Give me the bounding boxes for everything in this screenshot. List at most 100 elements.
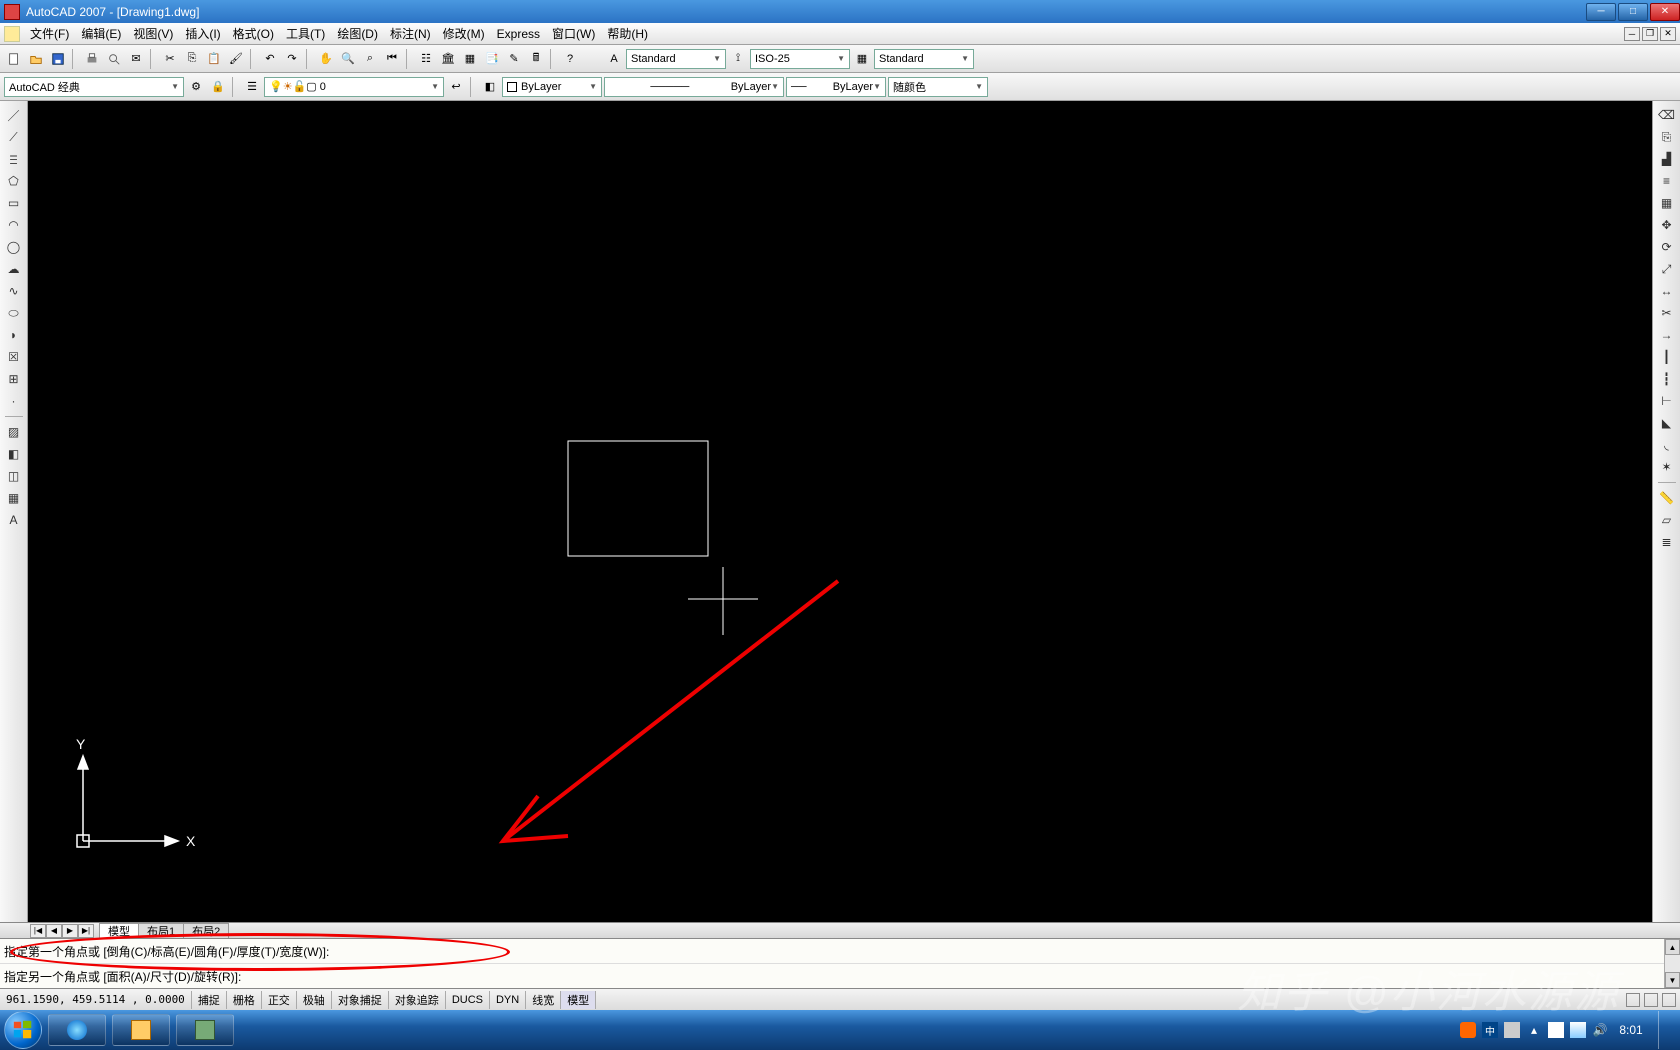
- minimize-button[interactable]: ─: [1586, 3, 1616, 21]
- menu-tools[interactable]: 工具(T): [280, 25, 331, 42]
- plotstyle-combo[interactable]: 随颜色▼: [888, 77, 988, 97]
- pan-icon[interactable]: ✋: [316, 49, 336, 69]
- cleanscreen-icon[interactable]: [1662, 993, 1676, 1007]
- explode-icon[interactable]: ✶: [1657, 457, 1677, 477]
- scale-icon[interactable]: ⤢: [1657, 259, 1677, 279]
- ellipse-icon[interactable]: ⬭: [4, 303, 24, 323]
- region-icon[interactable]: ◫: [4, 466, 24, 486]
- erase-icon[interactable]: ⌫: [1657, 105, 1677, 125]
- toggle-snap[interactable]: 捕捉: [192, 991, 227, 1009]
- cut-icon[interactable]: ✂: [160, 49, 180, 69]
- workspace-settings-icon[interactable]: ⚙: [186, 77, 206, 97]
- lineweight-combo[interactable]: ── ByLayer▼: [786, 77, 886, 97]
- hatch-icon[interactable]: ▨: [4, 422, 24, 442]
- revcloud-icon[interactable]: ☁: [4, 259, 24, 279]
- start-button[interactable]: [4, 1011, 42, 1049]
- commcenter-icon[interactable]: [1626, 993, 1640, 1007]
- array-icon[interactable]: ▦: [1657, 193, 1677, 213]
- app-menu-icon[interactable]: [4, 26, 20, 42]
- scroll-down-icon[interactable]: ▼: [1665, 972, 1680, 988]
- toggle-model[interactable]: 模型: [561, 991, 596, 1009]
- ellipse-arc-icon[interactable]: ◗: [4, 325, 24, 345]
- drawing-canvas[interactable]: Y X: [28, 101, 1652, 922]
- menu-draw[interactable]: 绘图(D): [331, 25, 384, 42]
- color-control-icon[interactable]: ◧: [480, 77, 500, 97]
- scroll-up-icon[interactable]: ▲: [1665, 939, 1680, 955]
- zoom-prev-icon[interactable]: ⏮: [382, 49, 402, 69]
- toggle-osnap[interactable]: 对象捕捉: [332, 991, 389, 1009]
- mdi-close[interactable]: ✕: [1660, 27, 1676, 41]
- command-window[interactable]: 指定第一个角点或 [倒角(C)/标高(E)/圆角(F)/厚度(T)/宽度(W)]…: [0, 938, 1680, 988]
- toggle-otrack[interactable]: 对象追踪: [389, 991, 446, 1009]
- lock-icon[interactable]: [1644, 993, 1658, 1007]
- list-icon[interactable]: ≣: [1657, 532, 1677, 552]
- layer-prop-icon[interactable]: ☰: [242, 77, 262, 97]
- move-icon[interactable]: ✥: [1657, 215, 1677, 235]
- tray-sogou-icon[interactable]: [1460, 1022, 1476, 1038]
- calc-icon[interactable]: 🖩: [526, 49, 546, 69]
- layer-prev-icon[interactable]: ↩: [446, 77, 466, 97]
- copy-obj-icon[interactable]: ⎘: [1657, 127, 1677, 147]
- tray-expand-icon[interactable]: ▴: [1526, 1022, 1542, 1038]
- tray-keyboard-icon[interactable]: [1504, 1022, 1520, 1038]
- preview-icon[interactable]: [104, 49, 124, 69]
- toggle-dyn[interactable]: DYN: [490, 991, 526, 1009]
- save-icon[interactable]: [48, 49, 68, 69]
- mdi-restore[interactable]: ❐: [1642, 27, 1658, 41]
- toggle-ducs[interactable]: DUCS: [446, 991, 490, 1009]
- menu-format[interactable]: 格式(O): [227, 25, 280, 42]
- rectangle-icon[interactable]: ▭: [4, 193, 24, 213]
- toggle-ortho[interactable]: 正交: [262, 991, 297, 1009]
- point-icon[interactable]: ·: [4, 391, 24, 411]
- gradient-icon[interactable]: ◧: [4, 444, 24, 464]
- command-input-line[interactable]: 指定另一个角点或 [面积(A)/尺寸(D)/旋转(R)]:: [0, 964, 1680, 989]
- markup-icon[interactable]: ✎: [504, 49, 524, 69]
- rotate-icon[interactable]: ⟳: [1657, 237, 1677, 257]
- extend-icon[interactable]: →: [1657, 325, 1677, 345]
- text-style-combo[interactable]: Standard▼: [626, 49, 726, 69]
- tablestyle-icon[interactable]: ▦: [852, 49, 872, 69]
- tray-clock[interactable]: 8:01: [1614, 1023, 1648, 1037]
- fillet-icon[interactable]: ◟: [1657, 435, 1677, 455]
- dimstyle-icon[interactable]: ⟟: [728, 49, 748, 69]
- textstyle-icon[interactable]: A: [604, 49, 624, 69]
- line-icon[interactable]: ／: [4, 105, 24, 125]
- zoom-win-icon[interactable]: ⌕: [360, 49, 380, 69]
- color-combo[interactable]: ByLayer▼: [502, 77, 602, 97]
- polyline-icon[interactable]: Ⲷ: [4, 149, 24, 169]
- insert-block-icon[interactable]: ☒: [4, 347, 24, 367]
- stretch-icon[interactable]: ↔: [1657, 281, 1677, 301]
- dim-style-combo[interactable]: ISO-25▼: [750, 49, 850, 69]
- matchprop-icon[interactable]: 🖌: [226, 49, 246, 69]
- tab-layout1[interactable]: 布局1: [138, 923, 184, 938]
- toggle-lwt[interactable]: 线宽: [526, 991, 561, 1009]
- menu-view[interactable]: 视图(V): [127, 25, 179, 42]
- designcenter-icon[interactable]: 🏛: [438, 49, 458, 69]
- tab-layout2[interactable]: 布局2: [183, 923, 229, 938]
- polygon-icon[interactable]: ⬠: [4, 171, 24, 191]
- tray-flag-icon[interactable]: [1548, 1022, 1564, 1038]
- maximize-button[interactable]: □: [1618, 3, 1648, 21]
- ssm-icon[interactable]: 📑: [482, 49, 502, 69]
- show-desktop-button[interactable]: [1658, 1011, 1670, 1049]
- circle-icon[interactable]: ◯: [4, 237, 24, 257]
- help-icon[interactable]: ?: [560, 49, 580, 69]
- new-icon[interactable]: [4, 49, 24, 69]
- table-style-combo[interactable]: Standard▼: [874, 49, 974, 69]
- mirror-icon[interactable]: ▟: [1657, 149, 1677, 169]
- task-autocad[interactable]: [176, 1014, 234, 1046]
- tab-next[interactable]: ▶: [62, 924, 78, 938]
- print-icon[interactable]: [82, 49, 102, 69]
- menu-help[interactable]: 帮助(H): [601, 25, 654, 42]
- task-explorer[interactable]: [112, 1014, 170, 1046]
- toolpalettes-icon[interactable]: ▦: [460, 49, 480, 69]
- area-icon[interactable]: ▱: [1657, 510, 1677, 530]
- close-button[interactable]: ✕: [1650, 3, 1680, 21]
- menu-express[interactable]: Express: [491, 27, 546, 41]
- table-icon[interactable]: ▦: [4, 488, 24, 508]
- tab-first[interactable]: |◀: [30, 924, 46, 938]
- tray-network-icon[interactable]: [1570, 1022, 1586, 1038]
- menu-modify[interactable]: 修改(M): [437, 25, 491, 42]
- task-ie[interactable]: [48, 1014, 106, 1046]
- open-icon[interactable]: [26, 49, 46, 69]
